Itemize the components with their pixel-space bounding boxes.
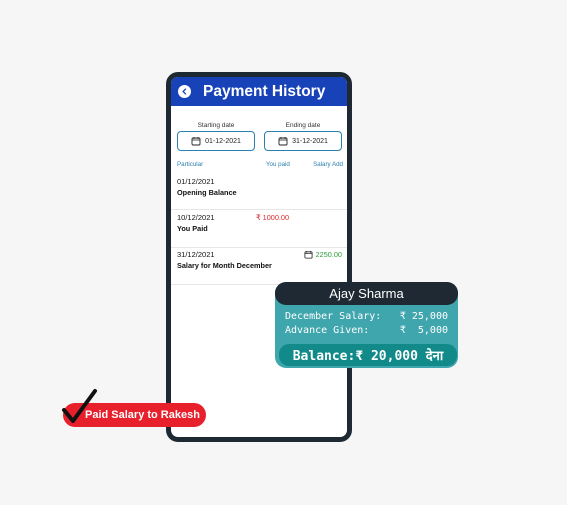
start-date-value: 01-12-2021 [205,137,241,145]
chevron-left-icon [182,88,187,95]
entry-paid-amount: ₹ 1000.00 [256,213,290,222]
badge-text: Paid Salary to Rakesh [85,409,200,421]
column-particular: Particular [177,161,204,168]
column-salary-add: Salary Add [313,161,343,168]
line-label: Advance Given: [285,325,370,336]
list-item[interactable]: 10/12/2021 You Paid ₹ 1000.00 [171,213,347,248]
calendar-icon [191,137,201,146]
calendar-icon [278,137,288,146]
app-header: Payment History [171,77,347,106]
receipt-icon [304,250,313,259]
line-value: ₹ 25,000 [399,311,448,322]
start-date-label: Starting date [197,122,235,129]
back-button[interactable] [178,85,191,98]
list-item[interactable]: 31/12/2021 Salary for Month December 225… [171,250,347,285]
card-name: Ajay Sharma [275,282,458,305]
line-label: December Salary: [285,311,382,322]
page-title: Payment History [203,82,326,100]
december-salary-line: December Salary: ₹ 25,000 [285,311,448,322]
start-date-field[interactable]: 01-12-2021 [177,131,255,151]
balance-total: Balance:₹ 20,000 देना [279,344,457,366]
end-date-field[interactable]: 31-12-2021 [264,131,342,151]
column-you-paid: You paid [266,161,290,168]
advance-given-line: Advance Given: ₹ 5,000 [285,325,448,336]
entry-date: 01/12/2021 [177,177,215,186]
entry-salary-amount: 2250.00 [304,250,342,259]
phone-frame: Payment History Starting date Ending dat… [166,72,352,442]
entry-description: You Paid [177,224,208,233]
checkmark-icon [62,389,97,423]
entry-date: 10/12/2021 [177,213,215,222]
end-date-value: 31-12-2021 [292,137,328,145]
balance-card: Ajay Sharma December Salary: ₹ 25,000 Ad… [275,282,458,368]
salary-value: 2250.00 [315,250,342,259]
line-value: ₹ 5,000 [399,325,448,336]
list-item[interactable]: 01/12/2021 Opening Balance [171,177,347,210]
entry-description: Opening Balance [177,188,237,197]
end-date-label: Ending date [285,122,321,129]
entry-description: Salary for Month December [177,261,272,270]
entry-date: 31/12/2021 [177,250,215,259]
